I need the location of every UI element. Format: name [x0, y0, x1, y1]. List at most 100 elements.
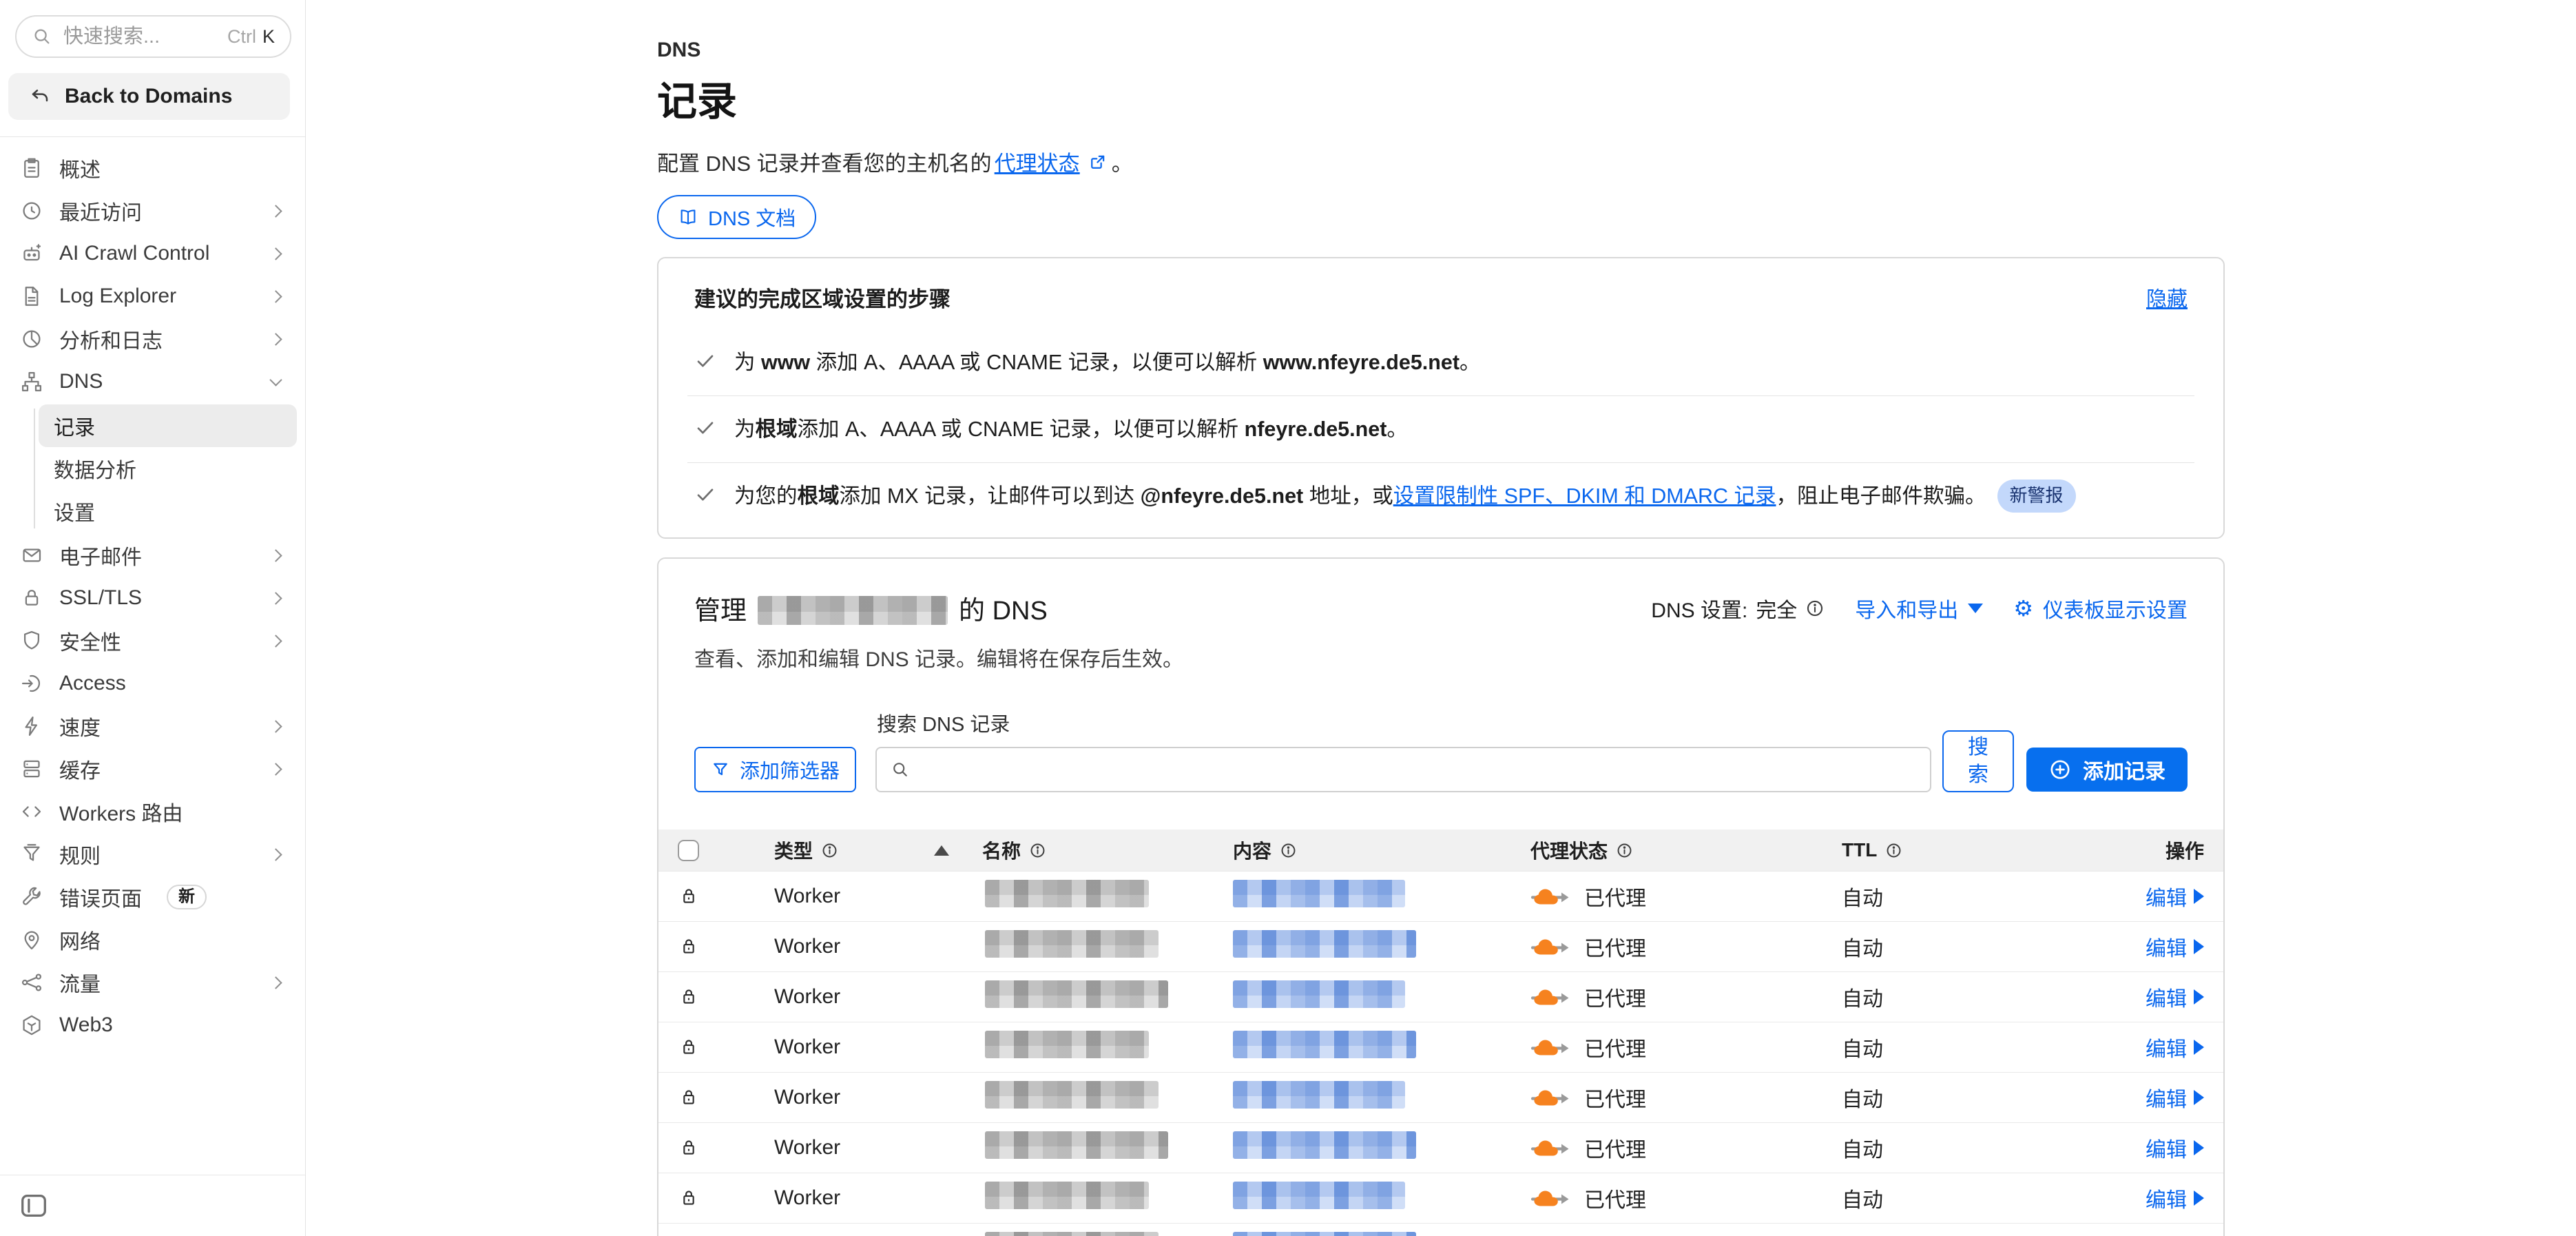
- redacted-record-name: [985, 880, 1149, 907]
- sidebar-item-ai-crawl-control[interactable]: AI Crawl Control: [8, 232, 297, 275]
- sidebar-item-network[interactable]: 网络: [8, 918, 297, 961]
- hide-checklist-link[interactable]: 隐藏: [2146, 282, 2188, 312]
- table-row: Worker已代理自动编辑: [658, 971, 2223, 1022]
- proxied-cloud-icon: [1530, 1085, 1572, 1110]
- proxy-status-label: 已代理: [1584, 881, 1646, 911]
- redacted-record-name: [985, 1031, 1149, 1058]
- caret-right-icon: [2194, 1140, 2204, 1155]
- lock-icon: [678, 1036, 755, 1058]
- search-icon: [32, 26, 52, 47]
- sidebar-item-web3[interactable]: Web3: [8, 1004, 297, 1047]
- column-header-ttl[interactable]: TTL: [1842, 839, 2102, 861]
- dns-setting-status: DNS 设置: 完全: [1651, 593, 1825, 624]
- sidebar-item-cache[interactable]: 缓存: [8, 748, 297, 790]
- sidebar-item-dns-analytics[interactable]: 数据分析: [39, 447, 297, 490]
- record-type: Worker: [755, 885, 934, 908]
- section-eyebrow: DNS: [657, 39, 2225, 62]
- record-type: Worker: [755, 1136, 934, 1160]
- table-row: Worker已代理自动编辑: [658, 871, 2223, 921]
- manage-dns-subtitle: 查看、添加和编辑 DNS 记录。编辑将在保存后生效。: [694, 642, 1183, 672]
- column-header-content[interactable]: 内容: [1230, 836, 1530, 864]
- collapse-sidebar-button[interactable]: [17, 1189, 51, 1222]
- dns-search-input[interactable]: [920, 759, 1916, 781]
- column-header-type[interactable]: 类型: [755, 836, 934, 864]
- add-filter-button[interactable]: 添加筛选器: [694, 747, 856, 792]
- lightning-icon: [19, 714, 44, 739]
- search-button[interactable]: 搜索: [1942, 730, 2014, 792]
- sidebar-item-email[interactable]: 电子邮件: [8, 534, 297, 577]
- checklist-step-text: 为您的根域添加 MX 记录，让邮件可以到达 @nfeyre.de5.net 地址…: [734, 481, 2076, 514]
- column-header-name[interactable]: 名称: [934, 836, 1230, 864]
- dashboard-display-settings-link[interactable]: ⚙ 仪表板显示设置: [2013, 593, 2188, 624]
- info-icon[interactable]: [1805, 599, 1825, 618]
- quick-search-input[interactable]: [63, 25, 216, 48]
- redacted-record-name: [985, 930, 1159, 958]
- dmarc-setup-link[interactable]: 设置限制性 SPF、DKIM 和 DMARC 记录: [1393, 484, 1776, 508]
- proxy-status-link[interactable]: 代理状态: [995, 146, 1080, 177]
- proxied-cloud-icon: [1530, 1035, 1572, 1060]
- caret-right-icon: [2194, 989, 2204, 1005]
- info-icon[interactable]: [1885, 842, 1902, 859]
- sidebar-item-rules[interactable]: 规则: [8, 833, 297, 876]
- edit-record-button[interactable]: 编辑: [2146, 982, 2204, 1012]
- chevron-right-icon: [269, 592, 282, 604]
- edit-record-button[interactable]: 编辑: [2146, 1183, 2204, 1213]
- edit-record-button[interactable]: 编辑: [2146, 1133, 2204, 1163]
- edit-record-button[interactable]: 编辑: [2146, 1233, 2204, 1236]
- dns-docs-button[interactable]: DNS 文档: [657, 195, 816, 239]
- redacted-domain-name: [758, 596, 948, 625]
- edit-record-button[interactable]: 编辑: [2146, 1032, 2204, 1062]
- chevron-right-icon: [269, 247, 282, 260]
- shield-icon: [19, 628, 44, 653]
- caret-right-icon: [2194, 889, 2204, 904]
- sidebar-item-dns[interactable]: DNS: [8, 360, 297, 403]
- sidebar-menu: 概述最近访问 AI Crawl Control Log Explorer分析和日志D…: [0, 137, 305, 1175]
- table-row: Worker已代理自动编辑: [658, 1072, 2223, 1122]
- edit-record-button[interactable]: 编辑: [2146, 1082, 2204, 1113]
- edit-record-button[interactable]: 编辑: [2146, 931, 2204, 962]
- sidebar-item-overview[interactable]: 概述: [8, 147, 297, 189]
- sidebar-item-workers-routes[interactable]: Workers 路由: [8, 790, 297, 833]
- lock-icon: [678, 1137, 755, 1159]
- code-brackets-icon: [19, 799, 44, 824]
- sidebar-item-recent[interactable]: 最近访问: [8, 189, 297, 232]
- table-body: Worker已代理自动编辑Worker已代理自动编辑Worker已代理自动编辑W…: [658, 871, 2223, 1236]
- edit-record-button[interactable]: 编辑: [2146, 881, 2204, 911]
- info-icon[interactable]: [821, 842, 838, 859]
- chevron-right-icon: [269, 976, 282, 989]
- sidebar-item-ssl-tls[interactable]: SSL/TLS: [8, 577, 297, 619]
- sidebar-item-label: 错误页面: [59, 882, 142, 912]
- sidebar-item-label: 概述: [59, 153, 101, 183]
- sidebar-item-error-pages[interactable]: 错误页面新: [8, 876, 297, 918]
- proxied-cloud-icon: [1530, 884, 1572, 909]
- filter-funnel-icon: [711, 760, 730, 779]
- sidebar: Ctrl K Back to Domains 概述最近访问 AI Crawl Co…: [0, 0, 306, 1236]
- table-row: Worker已代理自动编辑: [658, 1122, 2223, 1173]
- info-icon[interactable]: [1616, 842, 1633, 859]
- sidebar-item-security[interactable]: 安全性: [8, 619, 297, 662]
- sidebar-item-analytics-logs[interactable]: 分析和日志: [8, 318, 297, 360]
- column-header-proxy-status[interactable]: 代理状态: [1530, 836, 1842, 864]
- sidebar-item-log-explorer[interactable]: Log Explorer: [8, 275, 297, 318]
- sidebar-item-traffic[interactable]: 流量: [8, 961, 297, 1004]
- cloudflare-dns-page: Ctrl K Back to Domains 概述最近访问 AI Crawl Co…: [0, 0, 2576, 1236]
- share-nodes-icon: [19, 970, 44, 995]
- sidebar-item-dns-records[interactable]: 记录: [39, 404, 297, 447]
- sidebar-item-access[interactable]: Access: [8, 662, 297, 705]
- sidebar-item-label: 安全性: [59, 626, 121, 656]
- info-icon[interactable]: [1029, 842, 1046, 859]
- manage-dns-title: 管理 的 DNS: [694, 589, 1183, 627]
- select-all-checkbox[interactable]: [678, 840, 699, 861]
- envelope-icon: [19, 543, 44, 568]
- chevron-right-icon: [269, 720, 282, 732]
- info-icon[interactable]: [1280, 842, 1297, 859]
- quick-search[interactable]: Ctrl K: [15, 15, 291, 58]
- add-record-button[interactable]: 添加记录: [2026, 748, 2188, 792]
- sidebar-item-dns-settings[interactable]: 设置: [39, 490, 297, 533]
- checklist-step: 为您的根域添加 MX 记录，让邮件可以到达 @nfeyre.de5.net 地址…: [687, 462, 2194, 532]
- table-row: Worker已代理自动编辑: [658, 1173, 2223, 1223]
- import-export-menu[interactable]: 导入和导出: [1855, 593, 1983, 624]
- sidebar-item-speed[interactable]: 速度: [8, 705, 297, 748]
- back-to-domains-button[interactable]: Back to Domains: [8, 73, 290, 120]
- sidebar-item-label: AI Crawl Control: [59, 242, 209, 265]
